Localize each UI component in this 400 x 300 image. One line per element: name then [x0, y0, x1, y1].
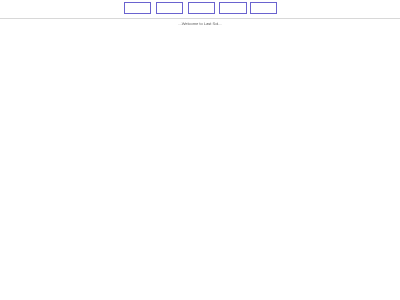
nav-button-2[interactable]: [156, 2, 183, 14]
top-nav: [0, 2, 400, 15]
nav-button-5[interactable]: [250, 2, 277, 14]
nav-button-4[interactable]: [219, 2, 247, 14]
nav-button-3[interactable]: [188, 2, 215, 14]
nav-button-1[interactable]: [124, 2, 151, 14]
page: ...Welcome to Last Sol...: [0, 0, 400, 300]
header-divider: [0, 18, 400, 19]
welcome-text: ...Welcome to Last Sol...: [178, 21, 222, 26]
